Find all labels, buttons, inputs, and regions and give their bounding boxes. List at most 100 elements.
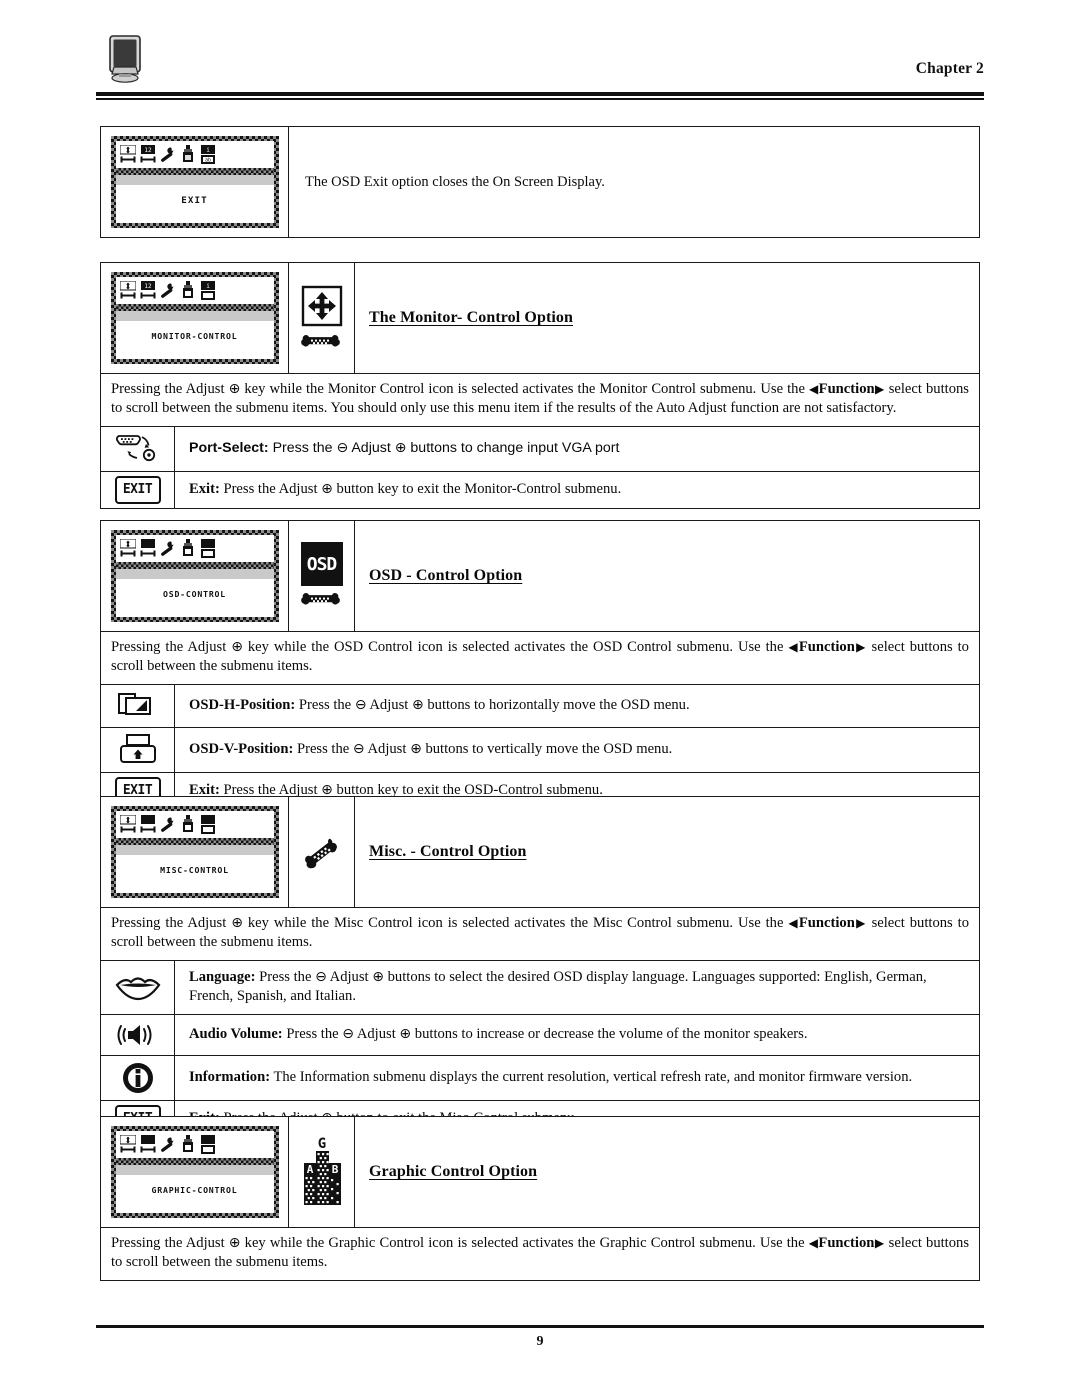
graphic-bars-icon: G A B	[303, 1136, 341, 1205]
monitor-control-heading-cell: The Monitor- Control Option	[355, 263, 979, 373]
osd-h-position-text: OSD-H-Position: Press the ⊖ Adjust ⊕ but…	[175, 685, 979, 727]
osd-label: MONITOR-CONTROL	[151, 331, 238, 341]
exit-description: The OSD Exit option closes the On Screen…	[305, 173, 605, 190]
svg-text:12: 12	[144, 283, 152, 290]
port-select-text: Port-Select: Press the ⊖ Adjust ⊕ button…	[175, 427, 979, 471]
row-text-c: buttons to horizontally move the OSD men…	[423, 696, 690, 713]
row-port-select: Port-Select: Press the ⊖ Adjust ⊕ button…	[101, 425, 979, 471]
svg-text:G: G	[317, 1136, 325, 1152]
right-arrow-icon: ▶	[874, 1236, 885, 1250]
monitor-control-icons	[289, 263, 355, 373]
h-position-icon	[101, 684, 175, 727]
graphic-control-heading-cell: Graphic Control Option	[355, 1117, 979, 1227]
osd-icon-strip: 12 i ab	[115, 141, 274, 168]
plus-symbol: ⊕	[228, 381, 241, 397]
row-text-b: Adjust	[364, 740, 411, 757]
svg-text:i: i	[206, 147, 210, 154]
row-text-b: Adjust	[326, 968, 373, 985]
row-text-a: The Information submenu displays the cur…	[270, 1069, 913, 1086]
function-word: Function	[798, 915, 855, 931]
osd-preview-misc-control: MISC-CONTROL	[101, 797, 289, 907]
monitor-icon	[100, 34, 154, 86]
minus-symbol: ⊖	[354, 696, 367, 713]
function-word: Function	[798, 639, 855, 655]
row-text-a: Press the Adjust	[219, 480, 322, 497]
section-title: The Monitor- Control Option	[369, 309, 574, 326]
left-arrow-icon: ◀	[788, 640, 799, 654]
row-label: OSD-V-Position:	[189, 740, 294, 757]
svg-text:ab: ab	[204, 158, 210, 164]
four-way-arrow-icon	[301, 285, 342, 327]
audio-volume-text: Audio Volume: Press the ⊖ Adjust ⊕ butto…	[175, 1015, 979, 1055]
right-arrow-icon: ▶	[874, 382, 885, 396]
misc-control-icons	[289, 797, 355, 907]
right-arrow-icon: ▶	[854, 916, 867, 930]
monitor-control-paragraph: Pressing the Adjust ⊕ key while the Moni…	[101, 373, 979, 426]
para-text-pre: Pressing the Adjust	[111, 915, 232, 931]
osd-label: EXIT	[181, 194, 208, 206]
row-text-b: button key to exit the Monitor-Control s…	[332, 480, 622, 497]
svg-text:12: 12	[144, 147, 152, 154]
row-text-a: Press the	[268, 439, 337, 456]
function-key-marker: ◀Function▶	[809, 1235, 885, 1251]
section-graphic-control: GRAPHIC-CONTROL G A B Graphic Control Op…	[100, 1116, 980, 1281]
osd-control-heading-cell: OSD - Control Option	[355, 521, 979, 631]
plus-symbol: ⊕	[372, 968, 384, 985]
bone-icon	[300, 593, 340, 605]
port-select-icon	[101, 426, 175, 471]
right-arrow-icon: ▶	[854, 640, 867, 654]
row-text-a: Press the	[282, 1026, 343, 1043]
osd-v-position-text: OSD-V-Position: Press the ⊖ Adjust ⊕ but…	[175, 728, 979, 772]
osd-preview-monitor-control: 12 i MONITOR-CONTROL	[101, 263, 289, 373]
row-exit-monitor: EXIT Exit: Press the Adjust ⊕ button key…	[101, 470, 979, 508]
information-icon	[101, 1055, 175, 1100]
minus-symbol: ⊖	[315, 968, 327, 985]
plus-symbol: ⊕	[410, 740, 422, 757]
function-word: Function	[818, 381, 875, 397]
exit-monitor-text: Exit: Press the Adjust ⊕ button key to e…	[175, 472, 979, 508]
minus-symbol: ⊖	[342, 1026, 354, 1043]
row-text-a: Press the	[295, 696, 355, 713]
row-text-c: buttons to vertically move the OSD menu.	[421, 740, 673, 757]
page-header: Chapter 2	[96, 34, 984, 96]
section-exit: 12 i ab EXIT The OSD Exit option closes t…	[100, 126, 980, 238]
para-text-mid: key while the Monitor Control icon is se…	[240, 381, 810, 397]
row-text-c: buttons to increase or decrease the volu…	[411, 1026, 808, 1043]
page-number: 9	[536, 1334, 544, 1349]
plus-symbol: ⊕	[231, 639, 243, 655]
para-text-mid: key while the OSD Control icon is select…	[242, 639, 789, 655]
row-label: Information:	[189, 1069, 271, 1086]
chapter-label: Chapter 2	[915, 60, 984, 77]
document-page: Chapter 2 12 i ab EXIT The OSD Exit opti…	[0, 0, 1080, 1397]
osd-preview-exit: 12 i ab EXIT	[101, 127, 289, 237]
section-monitor-control: 12 i MONITOR-CONTROL The Monitor- Contro…	[100, 262, 980, 509]
misc-control-heading-cell: Misc. - Control Option	[355, 797, 979, 907]
plus-symbol: ⊕	[231, 915, 243, 931]
para-text-pre: Pressing the Adjust	[111, 381, 229, 397]
osd-label: GRAPHIC-CONTROL	[151, 1185, 238, 1195]
plus-symbol: ⊕	[228, 1235, 241, 1251]
row-text-a: Press the	[293, 740, 353, 757]
section-title: Graphic Control Option	[369, 1163, 538, 1180]
row-language: Language: Press the ⊖ Adjust ⊕ buttons t…	[101, 959, 979, 1014]
osd-preview-osd-control: OSD-CONTROL	[101, 521, 289, 631]
para-text-mid: key while the Misc Control icon is selec…	[242, 915, 789, 931]
lips-icon	[101, 960, 175, 1014]
section-title: OSD - Control Option	[369, 567, 523, 584]
row-label: Audio Volume:	[189, 1026, 283, 1043]
function-word: Function	[818, 1235, 875, 1251]
osd-label: MISC-CONTROL	[160, 865, 229, 875]
row-label: Exit:	[189, 480, 220, 497]
misc-control-paragraph: Pressing the Adjust ⊕ key while the Misc…	[101, 907, 979, 960]
svg-text:i: i	[206, 283, 210, 290]
language-text: Language: Press the ⊖ Adjust ⊕ buttons t…	[175, 961, 979, 1014]
row-text-b: Adjust	[354, 1026, 400, 1043]
row-text-b: Adjust	[348, 439, 395, 456]
osd-icon-strip: 12 i	[115, 277, 274, 304]
header-divider	[96, 92, 984, 100]
section-misc-control: MISC-CONTROL Misc. - Control Option Pres…	[100, 796, 980, 1138]
para-text-pre: Pressing the Adjust	[111, 639, 232, 655]
row-label: Port-Select:	[189, 439, 269, 456]
plus-symbol: ⊕	[399, 1026, 412, 1043]
plus-symbol: ⊕	[321, 480, 333, 497]
